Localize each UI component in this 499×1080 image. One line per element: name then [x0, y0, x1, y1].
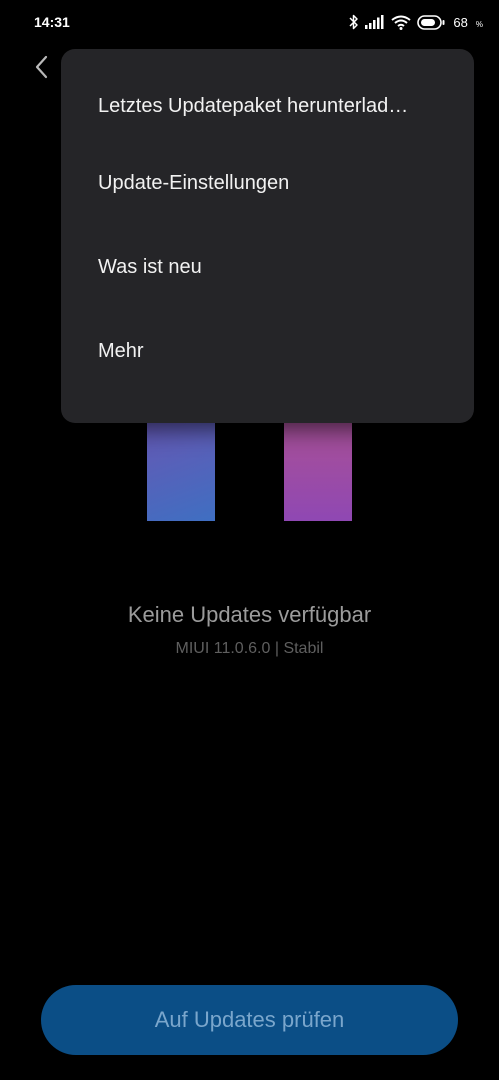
battery-unit: % [475, 19, 483, 29]
menu-item-label: Mehr [98, 339, 144, 362]
check-updates-button[interactable]: Auf Updates prüfen [41, 985, 458, 1055]
menu-item-more[interactable]: Mehr [61, 309, 474, 393]
status-icons: 68 % [349, 12, 483, 32]
menu-item-update-settings[interactable]: Update-Einstellungen [61, 141, 474, 225]
menu-item-label: Update-Einstellungen [98, 171, 290, 194]
menu-item-label: Was ist neu [98, 255, 202, 278]
menu-item-whats-new[interactable]: Was ist neu [61, 225, 474, 309]
back-chevron-icon[interactable] [30, 54, 54, 80]
menu-item-download-latest[interactable]: Letztes Updatepaket herunterlad… [61, 71, 474, 141]
update-status-text: Keine Updates verfügbar [127, 602, 372, 627]
status-bar: 14:31 68 % [0, 0, 499, 46]
wifi-icon [391, 15, 412, 30]
menu-item-label: Letztes Updatepaket herunterlad… [98, 94, 409, 117]
bluetooth-icon [349, 14, 359, 30]
battery-icon [417, 14, 445, 30]
overflow-menu: Letztes Updatepaket herunterlad… Update-… [61, 49, 474, 423]
battery-level: 68 [453, 14, 468, 30]
status-time: 14:31 [34, 14, 70, 30]
version-text: MIUI 11.0.6.0 | Stabil [175, 640, 324, 657]
signal-icon [365, 15, 385, 29]
